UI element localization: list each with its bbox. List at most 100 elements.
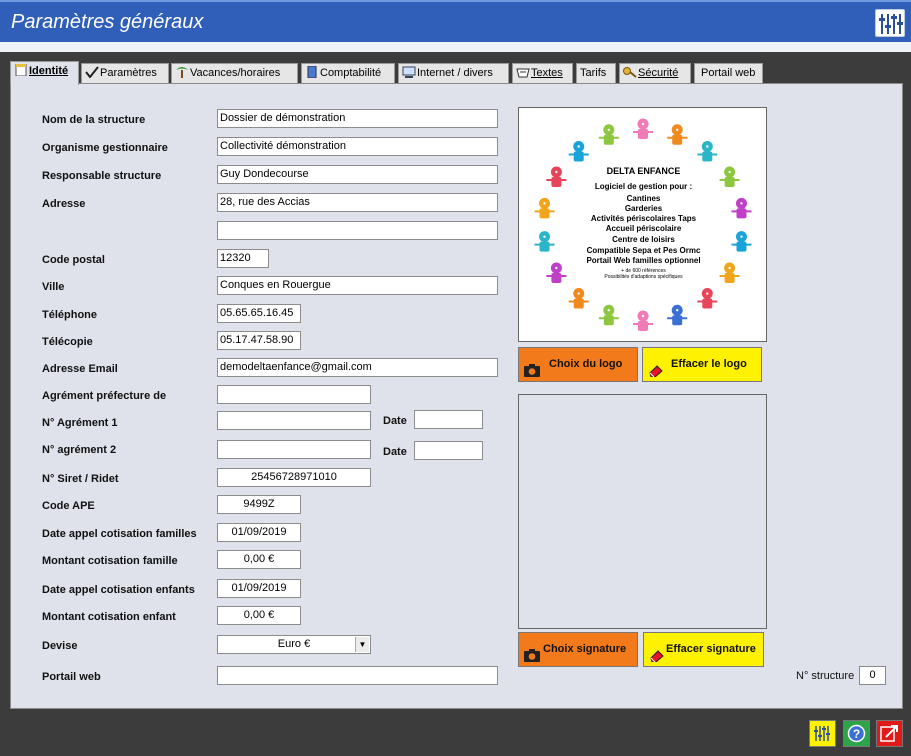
label-nom-structure: Nom de la structure [42,114,146,126]
logo-preview: DELTA ENFANCE Logiciel de gestion pour :… [518,107,767,342]
logo-line: Activités périscolaires Taps [590,214,697,223]
label-responsable: Responsable structure [42,170,162,182]
key-icon [623,66,637,78]
clear-signature-button[interactable]: Effacer signature [643,632,764,667]
label-agrement2: N° agrément 2 [42,444,117,456]
agrement2-field[interactable] [217,440,371,459]
tab-comptabilite[interactable]: Comptabilité [301,63,395,84]
camera-icon [524,643,540,662]
eraser-icon [649,643,665,663]
label-date-cot-familles: Date appel cotisation familles [42,528,197,540]
ape-field[interactable]: 9499Z [217,495,301,514]
tab-textes[interactable]: Textes [512,63,573,84]
montant-cot-enfant-field[interactable]: 0,00 € [217,606,301,625]
devise-select[interactable]: Euro € ▼ [217,635,371,654]
mixer-icon[interactable] [809,720,836,747]
email-field[interactable]: demodeltaenfance@gmail.com [217,358,498,377]
clear-signature-label: Effacer signature [666,643,756,655]
label-agrement2-date: Date [383,446,407,458]
logo-line: Possibilités d'adaptions spécifiques [604,274,683,280]
mixer-icon[interactable] [875,9,905,37]
logo-line: Cantines [626,194,661,203]
logo-child-figure [697,140,718,162]
nom-structure-field[interactable]: Dossier de démonstration [217,109,498,128]
logo-child-figure [697,288,718,309]
tab-label: Internet / divers [417,67,493,79]
label-montant-cot-famille: Montant cotisation famille [42,555,178,567]
devise-value: Euro € [277,638,311,650]
label-date-cot-enfants: Date appel cotisation enfants [42,584,195,596]
chevron-down-icon[interactable]: ▼ [355,637,369,652]
structure-number-field[interactable]: 0 [859,666,886,685]
logo-line: Centre de loisirs [612,235,675,244]
siret-field[interactable]: 25456728971010 [217,468,371,487]
ledger-icon [305,65,319,79]
label-montant-cot-enfant: Montant cotisation enfant [42,611,176,623]
tab-identite[interactable]: Identité [10,61,79,85]
ville-field[interactable]: Conques en Rouergue [217,276,498,295]
agrement-prefecture-field[interactable] [217,385,371,404]
responsable-field[interactable]: Guy Dondecourse [217,165,498,184]
label-siret: N° Siret / Ridet [42,473,119,485]
tab-vacances[interactable]: Vacances/horaires [171,63,298,84]
label-adresse: Adresse [42,198,86,210]
tab-parametres[interactable]: Paramètres [81,63,169,84]
date-cot-familles-field[interactable]: 01/09/2019 [217,523,301,542]
tab-label: Sécurité [638,67,679,79]
tab-label: Paramètres [100,67,157,79]
choose-signature-label: Choix signature [543,643,627,655]
logo-line: Accueil périscolaire [605,224,682,233]
exit-icon[interactable] [876,720,903,747]
label-agrement-prefecture: Agrément préfecture de [42,390,167,402]
camera-icon [524,358,540,377]
agrement1-date-field[interactable] [414,410,483,429]
choose-signature-button[interactable]: Choix signature [518,632,638,667]
logo-child-figure [598,124,619,145]
label-telephone: Téléphone [42,309,98,321]
code-postal-field[interactable]: 12320 [217,249,269,268]
logo-child-figure [598,304,619,326]
tab-securite[interactable]: Sécurité [619,63,691,84]
logo-line: DELTA ENFANCE [606,166,681,176]
clear-logo-button[interactable]: Effacer le logo [642,347,762,382]
tab-internet[interactable]: Internet / divers [398,63,509,84]
tab-label: Comptabilité [320,67,382,79]
toolbar-strip [0,42,911,52]
tab-label: Portail web [701,67,756,79]
label-code-postal: Code postal [42,254,105,266]
tab-label: Vacances/horaires [190,67,281,79]
label-agrement1: N° Agrément 1 [42,417,118,429]
help-icon[interactable]: ? [843,720,870,747]
choose-logo-button[interactable]: Choix du logo [518,347,638,382]
logo-child-figure [667,304,688,326]
label-organisme: Organisme gestionnaire [42,142,168,154]
computer-icon [402,66,416,78]
label-telecopie: Télécopie [42,336,93,348]
date-cot-enfants-field[interactable]: 01/09/2019 [217,579,301,598]
eraser-icon [648,358,664,378]
adresse-field[interactable]: 28, rue des Accias [217,193,498,212]
tab-label: Textes [531,67,563,79]
telephone-field[interactable]: 05.65.65.16.45 [217,304,301,323]
portail-field[interactable] [217,666,498,685]
telecopie-field[interactable]: 05.17.47.58.90 [217,331,301,350]
tab-label: Tarifs [580,67,607,79]
montant-cot-famille-field[interactable]: 0,00 € [217,550,301,569]
svg-text:?: ? [853,727,860,741]
logo-line: Portail Web familles optionnel [586,256,701,265]
agrement2-date-field[interactable] [414,441,483,460]
organisme-field[interactable]: Collectivité démonstration [217,137,498,156]
adresse2-field[interactable] [217,221,498,240]
tab-portail-web[interactable]: Portail web [694,63,763,84]
title-bar: Paramètres généraux [0,0,911,42]
agrement1-field[interactable] [217,411,371,430]
label-ville: Ville [42,281,65,293]
tab-tarifs[interactable]: Tarifs [576,63,616,84]
checkmark-icon [85,66,99,79]
identity-panel: Nom de la structure Dossier de démonstra… [10,83,903,709]
logo-line: Logiciel de gestion pour : [594,182,693,191]
logo-child-figure [633,118,653,139]
palm-tree-icon [175,66,189,78]
logo-line: Compatible Sepa et Pes Ormc [586,246,701,255]
logo-child-figure [667,124,688,145]
